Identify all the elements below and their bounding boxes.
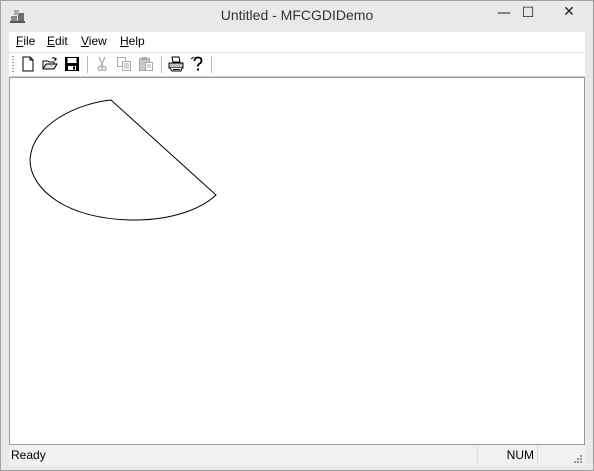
menu-help[interactable]: Help [120, 34, 145, 48]
toolbar-grip[interactable] [12, 56, 14, 73]
toolbar-separator [87, 56, 88, 73]
new-icon [22, 56, 34, 72]
copy-icon [117, 57, 131, 71]
menu-edit[interactable]: Edit [47, 34, 68, 48]
open-icon [42, 57, 58, 70]
title-bar[interactable]: Untitled - MFCGDIDemo — ☐ ✕ [1, 1, 593, 31]
new-button[interactable] [19, 55, 37, 73]
maximize-icon: ☐ [521, 5, 535, 21]
copy-button[interactable] [115, 55, 133, 73]
toolbar-separator [211, 56, 212, 73]
close-button[interactable]: ✕ [547, 1, 591, 23]
size-grip-icon[interactable] [573, 454, 583, 464]
maximize-button[interactable]: ☐ [513, 1, 543, 25]
status-bar: Ready NUM [9, 445, 585, 466]
drawing-canvas[interactable] [9, 77, 585, 445]
minimize-icon: — [497, 5, 511, 21]
toolbar-separator [161, 56, 162, 73]
drawing-surface [29, 99, 217, 221]
menu-bar: File Edit View Help [9, 32, 585, 53]
close-icon: ✕ [563, 4, 575, 20]
help-button[interactable] [189, 55, 207, 73]
cut-icon [97, 56, 107, 72]
paste-button[interactable] [137, 55, 155, 73]
print-button[interactable] [167, 55, 185, 73]
print-icon [168, 56, 184, 72]
paste-icon [139, 57, 153, 71]
help-icon [190, 56, 203, 71]
chord-shape [29, 99, 217, 221]
save-button[interactable] [63, 55, 81, 73]
open-button[interactable] [41, 55, 59, 73]
cut-button[interactable] [93, 55, 111, 73]
menu-file[interactable]: File [16, 34, 35, 48]
menu-view[interactable]: View [81, 34, 107, 48]
status-pane-blank [537, 446, 574, 464]
num-lock-indicator: NUM [477, 446, 538, 464]
save-icon [65, 57, 79, 71]
status-text: Ready [11, 448, 46, 462]
toolbar [9, 53, 585, 77]
app-window: Untitled - MFCGDIDemo — ☐ ✕ File Edit Vi… [0, 0, 594, 471]
